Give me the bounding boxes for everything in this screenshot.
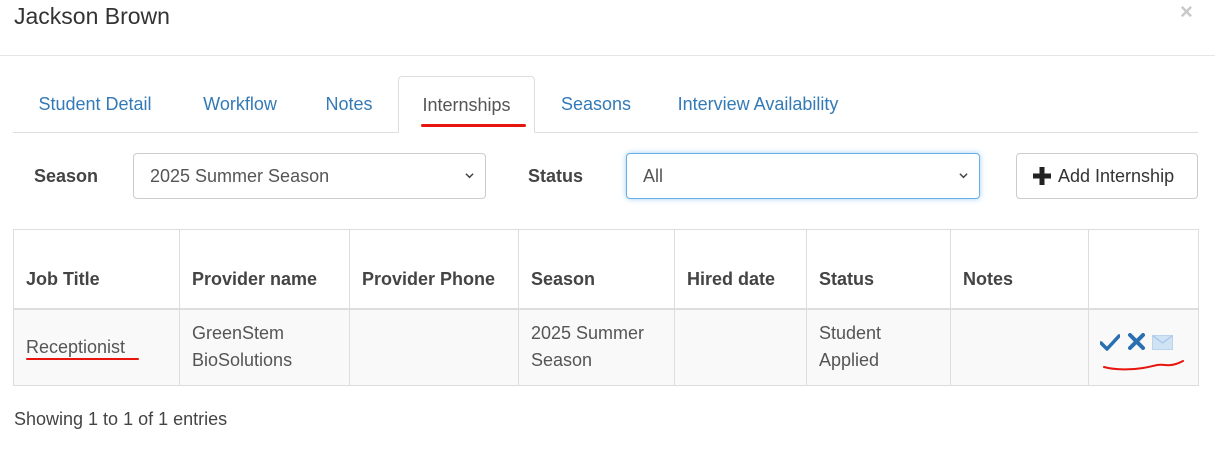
envelope-icon[interactable] — [1152, 335, 1173, 351]
modal-header: Jackson Brown × — [0, 0, 1215, 56]
cell-provider-phone — [349, 308, 519, 386]
cell-provider-name: GreenStem BioSolutions — [179, 308, 350, 386]
tab-student-detail[interactable]: Student Detail — [13, 76, 177, 133]
job-title-text: Receptionist — [26, 336, 126, 357]
close-button[interactable]: × — [1180, 0, 1193, 24]
check-icon[interactable] — [1100, 334, 1120, 351]
add-internship-button[interactable]: Add Internship — [1016, 153, 1198, 199]
status-label: Status — [528, 166, 584, 186]
season-select[interactable]: 2025 Summer Season — [133, 153, 486, 199]
chevron-down-icon — [465, 173, 474, 179]
tab-interview-availability[interactable]: Interview Availability — [663, 76, 853, 133]
annotation-underline-tab — [421, 124, 526, 127]
internships-table: Job Title Provider name Provider Phone S… — [13, 229, 1199, 386]
cell-job-title: Receptionist — [13, 308, 180, 386]
tab-seasons[interactable]: Seasons — [543, 76, 649, 133]
tab-internships[interactable]: Internships — [398, 76, 535, 133]
add-internship-label: Add Internship — [1058, 166, 1175, 186]
cell-hired-date — [674, 308, 807, 386]
status-select[interactable]: All — [626, 153, 980, 199]
column-header-job-title[interactable]: Job Title — [13, 229, 180, 310]
cell-notes — [950, 308, 1089, 386]
tab-notes[interactable]: Notes — [306, 76, 392, 133]
column-header-notes[interactable]: Notes — [950, 229, 1089, 310]
season-select-value: 2025 Summer Season — [150, 166, 330, 186]
modal-title: Jackson Brown — [14, 3, 170, 29]
cell-status: Student Applied — [806, 308, 951, 386]
tab-bar: Student Detail Workflow Notes Internship… — [13, 76, 1198, 133]
column-header-actions — [1088, 229, 1199, 310]
table-info-text: Showing 1 to 1 of 1 entries — [14, 409, 228, 429]
table-row: Receptionist GreenStem BioSolutions 2025… — [13, 308, 1199, 386]
cell-actions — [1088, 308, 1199, 386]
chevron-down-icon — [959, 173, 968, 179]
tab-internships-label: Internships — [422, 95, 511, 115]
column-header-hired-date[interactable]: Hired date — [674, 229, 807, 310]
status-select-value: All — [643, 166, 664, 186]
column-header-season[interactable]: Season — [518, 229, 675, 310]
table-header-row: Job Title Provider name Provider Phone S… — [13, 229, 1199, 310]
x-icon[interactable] — [1128, 333, 1145, 351]
season-label: Season — [34, 166, 99, 186]
column-header-provider-phone[interactable]: Provider Phone — [349, 229, 519, 310]
row-actions — [1089, 317, 1198, 377]
annotation-squiggle — [1103, 360, 1184, 371]
column-header-status[interactable]: Status — [806, 229, 951, 310]
cell-season: 2025 Summer Season — [518, 308, 675, 386]
plus-icon — [1033, 167, 1051, 185]
tab-workflow[interactable]: Workflow — [183, 76, 297, 133]
annotation-underline-job-title — [26, 357, 139, 360]
column-header-provider-name[interactable]: Provider name — [179, 229, 350, 310]
